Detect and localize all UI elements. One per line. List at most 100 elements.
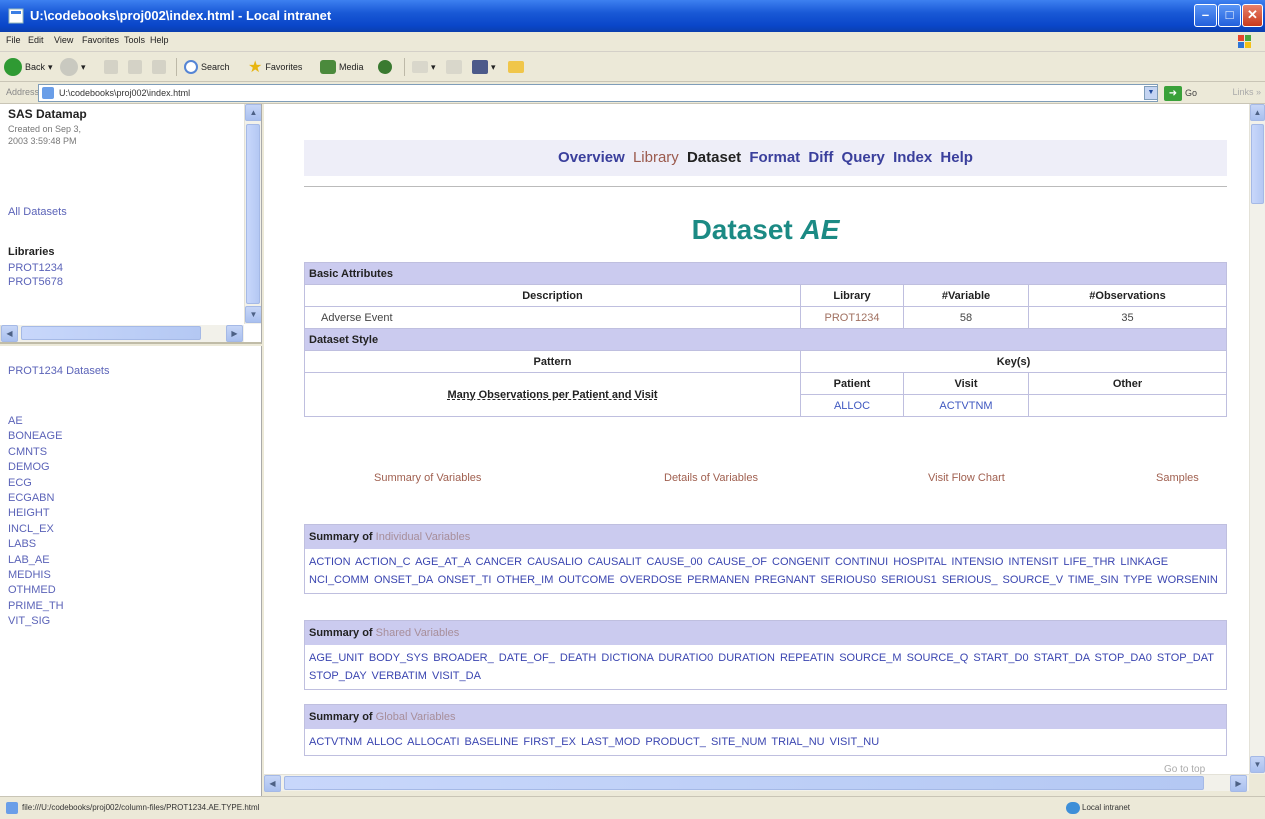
dataset-link-height[interactable]: HEIGHT (8, 506, 64, 521)
global-variables-heading[interactable]: Global Variables (376, 711, 456, 723)
edit-button[interactable]: ▾ (472, 57, 496, 77)
dataset-link-prime-th[interactable]: PRIME_TH (8, 599, 64, 614)
scroll-left-button[interactable]: ◀ (264, 775, 281, 792)
dataset-link-incl-ex[interactable]: INCL_EX (8, 522, 64, 537)
scroll-up-button[interactable]: ▲ (1250, 104, 1265, 121)
observation-count: 35 (1028, 306, 1227, 329)
menu-edit[interactable]: Edit (28, 35, 44, 45)
home-button[interactable] (152, 57, 166, 77)
print-button[interactable] (446, 57, 462, 77)
dataset-link-medhis[interactable]: MEDHIS (8, 568, 64, 583)
search-label: Search (201, 62, 230, 72)
minimize-button[interactable]: – (1194, 4, 1217, 27)
shared-variables-list[interactable]: AGE_UNIT BODY_SYS BROADER_ DATE_OF_ DEAT… (305, 645, 1226, 689)
menu-file[interactable]: File (6, 35, 21, 45)
menu-tools[interactable]: Tools (124, 35, 145, 45)
dataset-link-boneage[interactable]: BONEAGE (8, 429, 64, 444)
menu-view[interactable]: View (54, 35, 73, 45)
nav-index[interactable]: Index (893, 149, 932, 166)
global-variables-list[interactable]: ACTVTNM ALLOC ALLOCATI BASELINE FIRST_EX… (305, 729, 1226, 755)
maximize-button[interactable]: □ (1218, 4, 1241, 27)
history-button[interactable] (378, 57, 392, 77)
scroll-down-button[interactable]: ▼ (1250, 756, 1265, 773)
address-bar: Address U:\codebooks\proj002\index.html … (0, 82, 1265, 104)
intranet-zone-icon (1066, 802, 1080, 814)
nav-format[interactable]: Format (749, 149, 800, 166)
library-link-prot1234[interactable]: PROT1234 (8, 262, 63, 274)
left-top-vertical-scrollbar[interactable]: ▲ ▼ (244, 104, 261, 324)
nav-dataset: Dataset (686, 149, 742, 166)
key-header-patient: Patient (800, 372, 904, 395)
top-navigation: Overview Library Dataset Format Diff Que… (304, 140, 1227, 176)
nav-query[interactable]: Query (842, 149, 885, 166)
shared-variables-heading[interactable]: Shared Variables (376, 627, 460, 639)
individual-variables-heading[interactable]: Individual Variables (376, 531, 471, 543)
dataset-link-ae[interactable]: AE (8, 414, 64, 429)
dataset-link-vit-sig[interactable]: VIT_SIG (8, 614, 64, 629)
folder-button[interactable] (508, 57, 524, 77)
links-button[interactable]: Links » (1232, 87, 1261, 97)
status-url: file:///U:/codebooks/proj002/column-file… (22, 803, 260, 812)
dataset-link-lab-ae[interactable]: LAB_AE (8, 553, 64, 568)
individual-variables-list[interactable]: ACTION ACTION_C AGE_AT_A CANCER CAUSALIO… (305, 549, 1226, 593)
scroll-thumb[interactable] (1251, 124, 1264, 204)
all-datasets-link[interactable]: All Datasets (8, 206, 67, 218)
datamap-title: SAS Datamap (8, 107, 87, 121)
dataset-library-link[interactable]: PROT1234 (800, 306, 904, 329)
scroll-thumb[interactable] (246, 124, 260, 304)
visit-key-link[interactable]: ACTVTNM (903, 394, 1029, 417)
scroll-thumb[interactable] (284, 776, 1204, 790)
menu-help[interactable]: Help (150, 35, 169, 45)
column-header-library: Library (800, 284, 904, 307)
details-of-variables-link[interactable]: Details of Variables (664, 472, 758, 484)
visit-flow-chart-link[interactable]: Visit Flow Chart (928, 472, 1005, 484)
back-button[interactable]: Back ▾ (4, 57, 53, 77)
stop-button[interactable] (104, 57, 118, 77)
close-button[interactable]: ✕ (1242, 4, 1263, 27)
favorites-button[interactable]: ★ Favorites (248, 57, 302, 77)
datasets-heading-link[interactable]: PROT1234 Datasets (8, 365, 110, 377)
nav-library[interactable]: Library (633, 149, 679, 166)
mail-button[interactable]: ▾ (412, 57, 436, 77)
dataset-link-demog[interactable]: DEMOG (8, 460, 64, 475)
dataset-link-ecg[interactable]: ECG (8, 476, 64, 491)
scroll-left-button[interactable]: ◀ (1, 325, 18, 342)
nav-help[interactable]: Help (940, 149, 973, 166)
forward-button[interactable]: ▾ (60, 57, 86, 77)
refresh-button[interactable] (128, 57, 142, 77)
media-button[interactable]: Media (320, 57, 364, 77)
dataset-description: Adverse Event (304, 306, 801, 329)
address-dropdown-icon[interactable]: ▼ (1144, 86, 1158, 100)
nav-overview[interactable]: Overview (558, 149, 625, 166)
variable-count: 58 (903, 306, 1029, 329)
toolbar: Back ▾ ▾ Search ★ Favorites Media ▾ ▾ (0, 52, 1265, 82)
address-input[interactable]: U:\codebooks\proj002\index.html (38, 84, 1158, 102)
library-link-prot5678[interactable]: PROT5678 (8, 276, 63, 288)
dataset-link-labs[interactable]: LABS (8, 537, 64, 552)
dataset-link-othmed[interactable]: OTHMED (8, 583, 64, 598)
title-bar[interactable]: U:\codebooks\proj002\index.html - Local … (0, 0, 1265, 32)
search-button[interactable]: Search (184, 57, 230, 77)
summary-of-variables-link[interactable]: Summary of Variables (374, 472, 481, 484)
samples-link[interactable]: Samples (1156, 472, 1199, 484)
back-dropdown-icon: ▾ (48, 61, 53, 72)
go-to-top-link[interactable]: Go to top (1164, 764, 1205, 774)
left-top-horizontal-scrollbar[interactable]: ◀ ▶ (0, 325, 244, 342)
status-bar: file:///U:/codebooks/proj002/column-file… (0, 796, 1265, 819)
security-zone: Local intranet (1082, 803, 1131, 812)
scroll-down-button[interactable]: ▼ (245, 306, 261, 323)
menu-favorites[interactable]: Favorites (82, 35, 119, 45)
scroll-up-button[interactable]: ▲ (245, 104, 261, 121)
scroll-thumb[interactable] (21, 326, 201, 340)
main-vertical-scrollbar[interactable]: ▲ ▼ (1249, 104, 1265, 774)
global-variables-summary: Summary of Global Variables ACTVTNM ALLO… (304, 704, 1227, 756)
nav-diff[interactable]: Diff (808, 149, 833, 166)
dataset-link-ecgabn[interactable]: ECGABN (8, 491, 64, 506)
scroll-right-button[interactable]: ▶ (1230, 775, 1247, 792)
main-horizontal-scrollbar[interactable]: ◀ ▶ (264, 774, 1249, 792)
page-icon (42, 87, 54, 99)
patient-key-link[interactable]: ALLOC (800, 394, 904, 417)
scroll-right-button[interactable]: ▶ (226, 325, 243, 342)
dataset-link-cmnts[interactable]: CMNTS (8, 445, 64, 460)
go-button[interactable]: ➜ Go (1164, 85, 1197, 101)
